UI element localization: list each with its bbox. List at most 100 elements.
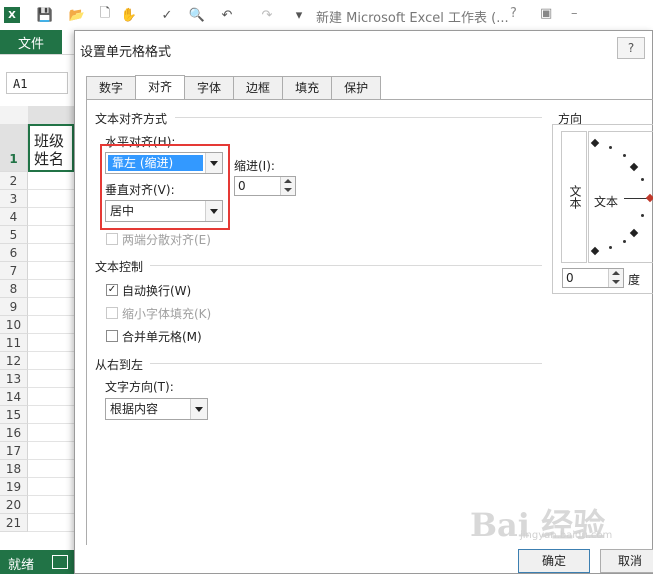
row-header[interactable]: 16 [0,424,28,442]
cell[interactable] [28,334,74,352]
row-header[interactable]: 6 [0,244,28,262]
dial-text: 文本 [594,195,619,209]
tab-fill[interactable]: 填充 [282,76,333,99]
row-header[interactable]: 18 [0,460,28,478]
spin-up-icon[interactable] [281,177,295,186]
justify-distributed-checkbox[interactable] [106,233,118,245]
spin-down-icon[interactable] [609,278,623,287]
dial-dot [609,246,612,249]
row-header[interactable]: 12 [0,352,28,370]
cell[interactable] [28,478,74,496]
cell-a1[interactable]: 班级 姓名 [28,124,74,172]
restore-icon[interactable]: ▣ [540,6,552,21]
highlight-box [100,144,230,230]
cell[interactable] [28,352,74,370]
dial-marker [590,138,600,148]
cell[interactable] [28,370,74,388]
help-button[interactable]: ? [510,6,517,21]
ok-button[interactable]: 确定 [518,549,590,573]
wrap-text-checkbox[interactable]: ✓ [106,284,118,296]
cell[interactable] [28,226,74,244]
undo-icon[interactable]: ↶ [218,6,236,24]
cell[interactable] [28,190,74,208]
cancel-button[interactable]: 取消 [600,549,653,573]
file-tab[interactable]: 文件 [0,30,62,54]
indent-label: 缩进(I): [234,159,275,173]
row-header[interactable]: 14 [0,388,28,406]
new-doc-icon[interactable]: 🗋 [96,6,114,24]
customize-icon[interactable]: ▾ [290,6,308,24]
row-header[interactable]: 20 [0,496,28,514]
dial-dot [609,146,612,149]
row-header[interactable]: 1 [0,124,28,172]
excel-app-icon[interactable]: X [4,7,20,23]
dialog-tabs: 数字 对齐 字体 边框 填充 保护 [86,75,382,100]
name-box[interactable]: A1 [6,72,68,94]
dialog-title: 设置单元格格式 [80,45,172,60]
cell[interactable] [28,298,74,316]
cell[interactable] [28,496,74,514]
text-direction-label: 文字方向(T): [105,380,174,394]
cell[interactable] [28,514,74,532]
select-all-corner[interactable] [0,106,29,125]
row-header[interactable]: 9 [0,298,28,316]
cell[interactable] [28,208,74,226]
row-header[interactable]: 10 [0,316,28,334]
cell[interactable] [28,442,74,460]
row-header[interactable]: 5 [0,226,28,244]
degrees-spinner[interactable]: 0 [562,268,624,288]
indent-spinner[interactable]: 0 [234,176,296,196]
cell[interactable] [28,262,74,280]
save-icon[interactable]: 💾 [36,6,54,24]
group-divider [175,117,542,118]
cell[interactable] [28,460,74,478]
spin-up-icon[interactable] [609,269,623,278]
cell[interactable] [28,244,74,262]
redo-icon[interactable]: ↷ [258,6,276,24]
text-alignment-heading: 文本对齐方式 [95,112,168,126]
row-header[interactable]: 7 [0,262,28,280]
spelling-icon[interactable]: ✓ [158,6,176,24]
merge-cells-checkbox[interactable] [106,330,118,342]
tab-font[interactable]: 字体 [184,76,235,99]
row-header[interactable]: 8 [0,280,28,298]
status-text: 就绪 [8,558,35,573]
row-header[interactable]: 21 [0,514,28,532]
row-header[interactable]: 15 [0,406,28,424]
cell[interactable] [28,316,74,334]
vertical-text-button[interactable]: 文本 [561,131,587,263]
row-header[interactable]: 2 [0,172,28,190]
row-headers: 1 2 3 4 5 6 7 8 9 10 11 12 13 14 15 16 17 18 19 20 21 [0,124,28,532]
cell[interactable] [28,280,74,298]
dial-dot [641,214,644,217]
macro-record-icon[interactable] [52,555,68,569]
shrink-to-fit-checkbox[interactable] [106,307,118,319]
row-header[interactable]: 17 [0,442,28,460]
row-header[interactable]: 11 [0,334,28,352]
cell[interactable] [28,172,74,190]
row-header[interactable]: 3 [0,190,28,208]
touch-mode-icon[interactable]: ✋ [120,6,138,24]
cell[interactable] [28,424,74,442]
tab-border[interactable]: 边框 [233,76,284,99]
open-icon[interactable]: 📂 [68,6,86,24]
row-header[interactable]: 13 [0,370,28,388]
degrees-value: 0 [566,271,574,285]
row-header[interactable]: 19 [0,478,28,496]
dial-marker [629,162,639,172]
tab-alignment[interactable]: 对齐 [135,75,186,100]
cell[interactable] [28,388,74,406]
tab-number[interactable]: 数字 [86,76,137,99]
tab-protection[interactable]: 保护 [331,76,382,99]
dialog-help-button[interactable]: ? [617,37,645,59]
merge-cells-label: 合并单元格(M) [122,330,202,344]
row-header[interactable]: 4 [0,208,28,226]
text-direction-select[interactable]: 根据内容 [105,398,208,420]
cell[interactable] [28,406,74,424]
chevron-down-icon[interactable] [190,399,207,419]
column-header-a[interactable] [28,106,74,125]
print-preview-icon[interactable]: 🔍 [188,6,206,24]
spin-down-icon[interactable] [281,186,295,195]
justify-distributed-label: 两端分散对齐(E) [122,233,211,247]
minimize-icon[interactable]: – [571,6,578,21]
